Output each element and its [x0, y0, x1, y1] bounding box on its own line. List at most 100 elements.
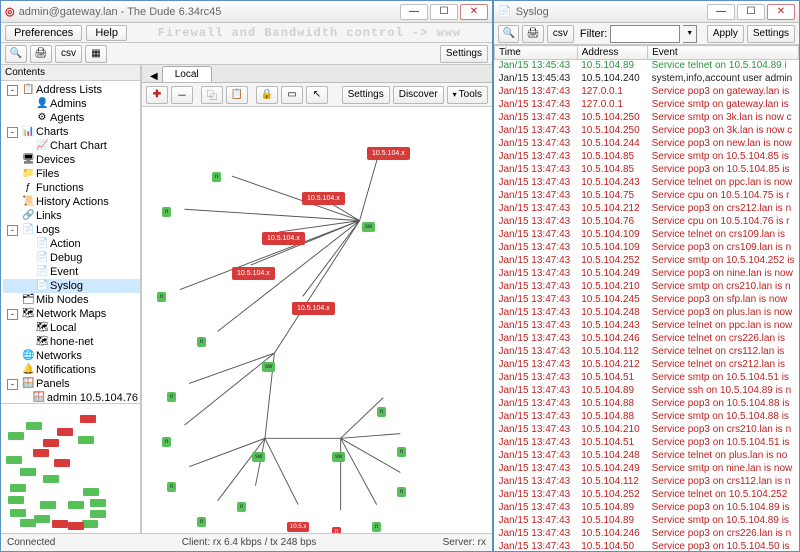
filter-dropdown-icon[interactable]: ▼: [683, 25, 697, 43]
canvas-node[interactable]: n: [237, 502, 246, 512]
pointer-icon[interactable]: ↖: [306, 86, 328, 104]
settings-button[interactable]: Settings: [440, 45, 488, 63]
binoculars-icon[interactable]: 🔍: [5, 45, 27, 63]
grid-icon[interactable]: ▦: [85, 45, 107, 63]
tree-item[interactable]: ⚙Agents: [3, 111, 140, 125]
tree-item[interactable]: -📋Address Lists: [3, 83, 140, 97]
tree-item[interactable]: 📄Syslog: [3, 279, 140, 293]
table-row[interactable]: Jan/15 13:47:4310.5.104.249Service pop3 …: [495, 268, 799, 281]
remove-node-icon[interactable]: －: [171, 86, 193, 104]
tree-item[interactable]: 🗺hone-net: [3, 335, 140, 349]
table-row[interactable]: Jan/15 13:47:43127.0.0.1Service pop3 on …: [495, 86, 799, 99]
table-row[interactable]: Jan/15 13:47:4310.5.104.51Service pop3 o…: [495, 437, 799, 450]
binoculars-icon[interactable]: 🔍: [498, 25, 519, 43]
canvas-node[interactable]: n: [212, 172, 221, 182]
canvas-node[interactable]: n: [197, 517, 206, 527]
tree-item[interactable]: -🗺Network Maps: [3, 307, 140, 321]
maximize-button[interactable]: ☐: [737, 4, 765, 20]
canvas-node[interactable]: 10.5.104.x: [367, 147, 410, 160]
expand-icon[interactable]: -: [7, 127, 18, 138]
col-event[interactable]: Event: [648, 46, 799, 60]
table-row[interactable]: Jan/15 13:47:4310.5.104.210Service smtp …: [495, 281, 799, 294]
table-row[interactable]: Jan/15 13:47:4310.5.104.75Service cpu on…: [495, 190, 799, 203]
tree-item[interactable]: 👤Admins: [3, 97, 140, 111]
canvas-node[interactable]: sw: [252, 452, 265, 462]
table-row[interactable]: Jan/15 13:47:4310.5.104.246Service pop3 …: [495, 528, 799, 541]
table-row[interactable]: Jan/15 13:47:4310.5.104.88Service smtp o…: [495, 411, 799, 424]
tree-item[interactable]: 🗺Local: [3, 321, 140, 335]
canvas-node[interactable]: n: [332, 527, 341, 533]
settings-button[interactable]: Settings: [747, 25, 795, 43]
table-row[interactable]: Jan/15 13:47:4310.5.104.212Service telne…: [495, 359, 799, 372]
table-row[interactable]: Jan/15 13:47:4310.5.104.243Service telne…: [495, 177, 799, 190]
network-canvas[interactable]: 10.5.104.x10.5.104.x10.5.104.x10.5.104.x…: [142, 107, 492, 533]
canvas-node[interactable]: sw: [332, 452, 345, 462]
table-row[interactable]: Jan/15 13:47:4310.5.104.88Service pop3 o…: [495, 398, 799, 411]
minimize-button[interactable]: —: [707, 4, 735, 20]
lock-icon[interactable]: 🔒: [256, 86, 278, 104]
table-row[interactable]: Jan/15 13:47:4310.5.104.76Service cpu on…: [495, 216, 799, 229]
minimize-button[interactable]: —: [400, 4, 428, 20]
table-row[interactable]: Jan/15 13:47:4310.5.104.250Service pop3 …: [495, 125, 799, 138]
close-button[interactable]: ✕: [460, 4, 488, 20]
canvas-node[interactable]: 10.5.104.x: [302, 192, 345, 205]
table-row[interactable]: Jan/15 13:47:4310.5.104.89Service pop3 o…: [495, 502, 799, 515]
canvas-node[interactable]: n: [157, 292, 166, 302]
expand-icon[interactable]: -: [7, 225, 18, 236]
table-row[interactable]: Jan/15 13:47:4310.5.104.212Service pop3 …: [495, 203, 799, 216]
canvas-discover-button[interactable]: Discover: [393, 86, 444, 104]
tree-item[interactable]: 📄Action: [3, 237, 140, 251]
table-row[interactable]: Jan/15 13:47:4310.5.104.112Service pop3 …: [495, 476, 799, 489]
canvas-node[interactable]: n: [372, 522, 381, 532]
table-row[interactable]: Jan/15 13:47:4310.5.104.109Service telne…: [495, 229, 799, 242]
canvas-node[interactable]: n: [162, 437, 171, 447]
col-addr[interactable]: Address: [577, 46, 647, 60]
tree-item[interactable]: 🗂Mib Nodes: [3, 293, 140, 307]
tree-item[interactable]: 📈Chart Chart: [3, 139, 140, 153]
tree-item[interactable]: -📄Logs: [3, 223, 140, 237]
table-row[interactable]: Jan/15 13:47:4310.5.104.89Service ssh on…: [495, 385, 799, 398]
csv-button[interactable]: csv: [55, 45, 82, 63]
titlebar-syslog[interactable]: 📄 Syslog — ☐ ✕: [494, 1, 799, 23]
tree-item[interactable]: 🔗Links: [3, 209, 140, 223]
apply-button[interactable]: Apply: [707, 25, 744, 43]
canvas-node[interactable]: 10.5.x: [287, 522, 309, 532]
table-row[interactable]: Jan/15 13:47:4310.5.104.250Service smtp …: [495, 112, 799, 125]
table-row[interactable]: Jan/15 13:47:4310.5.104.85Service smtp o…: [495, 151, 799, 164]
table-row[interactable]: Jan/15 13:47:4310.5.104.50Service pop3 o…: [495, 541, 799, 552]
canvas-node[interactable]: sw: [262, 362, 275, 372]
canvas-node[interactable]: sw: [362, 222, 375, 232]
expand-icon[interactable]: -: [7, 85, 18, 96]
canvas-node[interactable]: n: [397, 487, 406, 497]
tree-item[interactable]: 📁Files: [3, 167, 140, 181]
minimap[interactable]: [1, 403, 140, 533]
table-row[interactable]: Jan/15 13:45:4310.5.104.89Service telnet…: [495, 60, 799, 73]
table-row[interactable]: Jan/15 13:47:4310.5.104.210Service pop3 …: [495, 424, 799, 437]
menu-help[interactable]: Help: [86, 25, 127, 41]
printer-icon[interactable]: 🖨: [30, 45, 52, 63]
tree-item[interactable]: 📄Debug: [3, 251, 140, 265]
copy-icon[interactable]: ⿻: [201, 86, 223, 104]
table-row[interactable]: Jan/15 13:47:4310.5.104.51Service smtp o…: [495, 372, 799, 385]
titlebar-main[interactable]: ◎ admin@gateway.lan - The Dude 6.34rc45 …: [1, 1, 492, 23]
tree-item[interactable]: 🔔Notifications: [3, 363, 140, 377]
tab-local[interactable]: Local: [162, 66, 212, 82]
table-row[interactable]: Jan/15 13:47:4310.5.104.85Service pop3 o…: [495, 164, 799, 177]
back-icon[interactable]: ◀: [150, 71, 158, 82]
canvas-node[interactable]: 10.5.104.x: [262, 232, 305, 245]
canvas-node[interactable]: n: [197, 337, 206, 347]
tree-item[interactable]: 🪟admin 10.5.104.76: [3, 391, 140, 403]
menu-preferences[interactable]: Preferences: [5, 25, 82, 41]
canvas-settings-button[interactable]: Settings: [342, 86, 390, 104]
canvas-node[interactable]: n: [162, 207, 171, 217]
select-icon[interactable]: ▭: [281, 86, 303, 104]
tree-item[interactable]: -📊Charts: [3, 125, 140, 139]
canvas-node[interactable]: n: [167, 392, 176, 402]
canvas-node[interactable]: n: [167, 482, 176, 492]
table-row[interactable]: Jan/15 13:47:4310.5.104.248Service pop3 …: [495, 307, 799, 320]
table-row[interactable]: Jan/15 13:47:4310.5.104.249Service smtp …: [495, 463, 799, 476]
table-row[interactable]: Jan/15 13:47:4310.5.104.89Service smtp o…: [495, 515, 799, 528]
table-row[interactable]: Jan/15 13:47:4310.5.104.245Service pop3 …: [495, 294, 799, 307]
printer-icon[interactable]: 🖨: [522, 25, 543, 43]
table-row[interactable]: Jan/15 13:45:4310.5.104.240system,info,a…: [495, 73, 799, 86]
